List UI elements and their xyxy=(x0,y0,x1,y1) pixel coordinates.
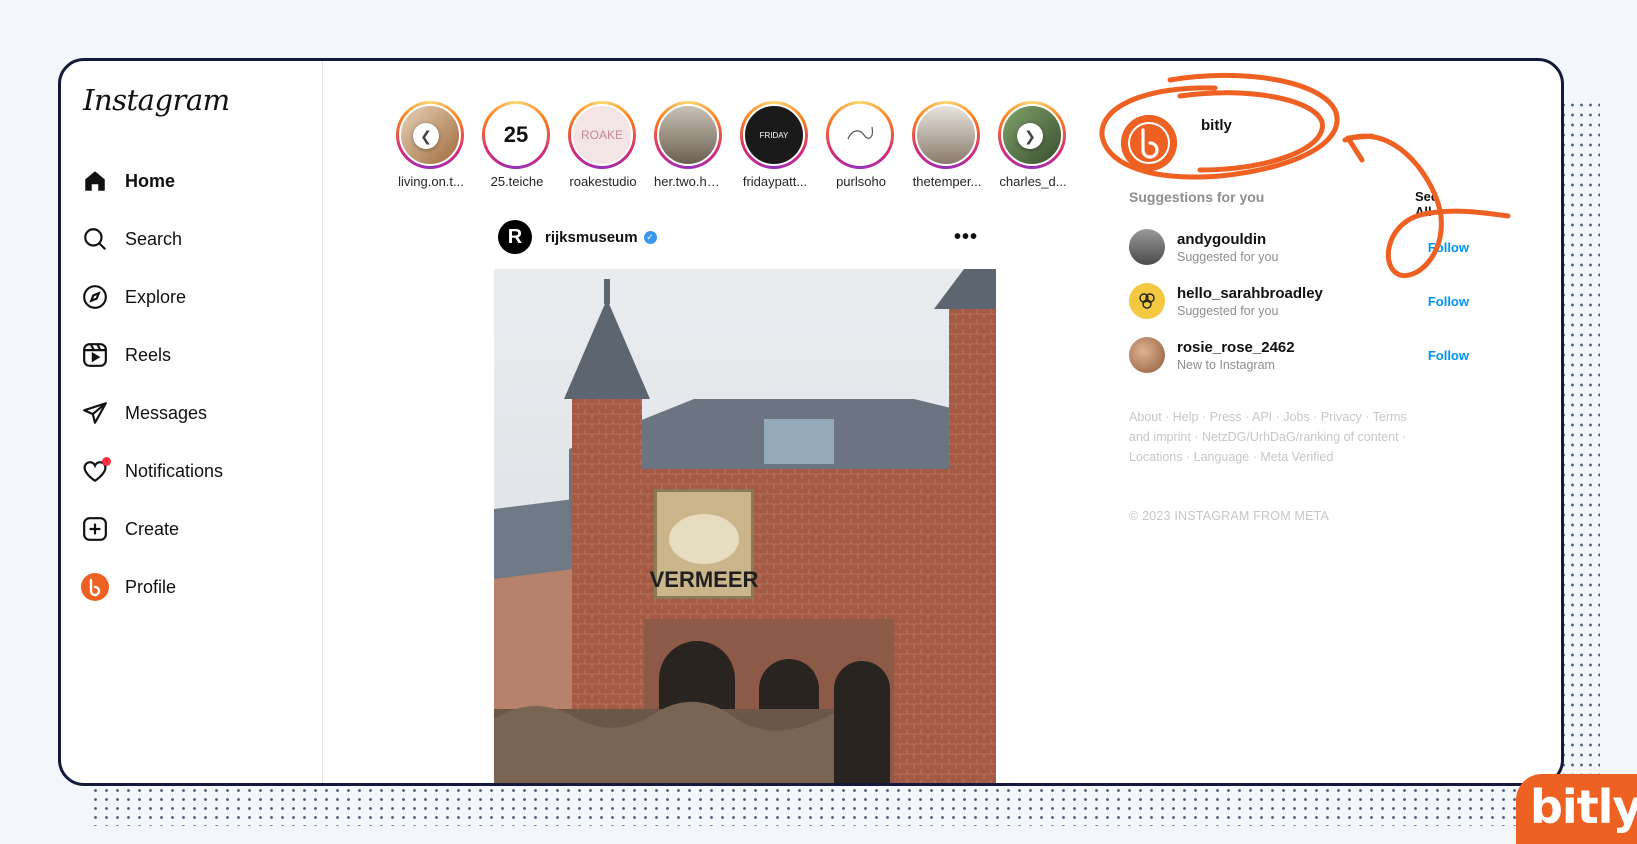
sidebar: Instagram Home Search Explore Reels Mess… xyxy=(61,61,323,783)
story-avatar xyxy=(829,104,891,166)
nav-notifications[interactable]: Notifications xyxy=(81,451,311,491)
story-item[interactable]: 25 25.teiche xyxy=(482,101,552,189)
reels-icon xyxy=(81,341,109,369)
footer-links: About · Help · Press · API · Jobs · Priv… xyxy=(1129,410,1407,464)
paper-plane-icon xyxy=(81,399,109,427)
right-column: bitly Suggestions for you See All andygo… xyxy=(1089,61,1469,783)
decorative-dots-bottom xyxy=(90,786,1530,826)
story-label: fridaypatt... xyxy=(742,174,808,189)
stories-next-button[interactable]: ❯ xyxy=(1017,123,1043,149)
notification-dot xyxy=(102,457,111,466)
nav-label: Home xyxy=(125,170,176,191)
nav-label: Explore xyxy=(125,286,187,307)
nav-home[interactable]: Home xyxy=(81,161,311,201)
current-user-name[interactable]: bitly xyxy=(1201,117,1232,134)
heart-icon xyxy=(81,457,111,485)
suggestion-name[interactable]: rosie_rose_2462 xyxy=(1177,339,1295,356)
chevron-left-icon: ❮ xyxy=(420,127,432,144)
nav-label: Search xyxy=(125,228,183,249)
footer-link[interactable]: Help xyxy=(1173,410,1199,424)
nav-search[interactable]: Search xyxy=(81,219,311,259)
nav-label: Messages xyxy=(125,402,208,423)
footer-link[interactable]: Meta Verified xyxy=(1260,450,1333,464)
story-avatar: ROAKE xyxy=(571,104,633,166)
story-item[interactable]: her.two.ha... xyxy=(654,101,724,189)
post-author-avatar[interactable]: R xyxy=(498,220,532,254)
story-label: 25.teiche xyxy=(490,174,544,189)
search-icon xyxy=(81,225,109,253)
footer-link[interactable]: Privacy xyxy=(1321,410,1362,424)
post-author-name[interactable]: rijksmuseum xyxy=(545,229,638,246)
story-item[interactable]: ROAKE roakestudio xyxy=(568,101,638,189)
verified-badge-icon: ✓ xyxy=(643,230,657,244)
story-avatar xyxy=(657,104,719,166)
footer-link[interactable]: Jobs xyxy=(1283,410,1309,424)
footer-link[interactable]: Language xyxy=(1194,450,1250,464)
post-image[interactable]: VERMEER xyxy=(494,269,996,783)
story-item[interactable]: FRIDAY fridaypatt... xyxy=(740,101,810,189)
follow-button[interactable]: Follow xyxy=(1428,240,1469,255)
story-item[interactable]: thetemper... xyxy=(912,101,982,189)
nav-messages[interactable]: Messages xyxy=(81,393,311,433)
nav-label: Profile xyxy=(125,576,177,597)
plus-square-icon xyxy=(81,515,109,543)
post-header: R rijksmuseum ✓ ••• xyxy=(498,220,978,254)
suggestion-subtitle: Suggested for you xyxy=(1177,249,1279,264)
nav-create[interactable]: Create xyxy=(81,509,311,549)
suggestion-avatar[interactable] xyxy=(1129,337,1165,373)
bitly-brand-badge: bitly xyxy=(1516,774,1637,844)
story-avatar xyxy=(915,104,977,166)
profile-avatar-icon xyxy=(81,573,109,601)
follow-button[interactable]: Follow xyxy=(1428,294,1469,309)
nav-profile[interactable]: Profile xyxy=(81,567,311,607)
story-label: thetemper... xyxy=(912,174,982,189)
story-avatar: FRIDAY xyxy=(743,104,805,166)
story-label: purlsoho xyxy=(836,174,886,189)
copyright: © 2023 INSTAGRAM FROM META xyxy=(1129,509,1330,523)
story-avatar: 25 xyxy=(485,104,547,166)
story-label: living.on.t... xyxy=(398,174,464,189)
suggestion-name[interactable]: hello_sarahbroadley xyxy=(1177,285,1323,302)
footer-link[interactable]: NetzDG/UrhDaG/ranking of content xyxy=(1202,430,1399,444)
instagram-logo[interactable]: Instagram xyxy=(83,83,230,117)
suggestion-row: hello_sarahbroadley Suggested for you Fo… xyxy=(1129,281,1469,321)
chevron-right-icon: ❯ xyxy=(1024,127,1036,144)
suggestion-row: rosie_rose_2462 New to Instagram Follow xyxy=(1129,335,1469,375)
nav-label: Reels xyxy=(125,344,172,365)
nav-label: Create xyxy=(125,518,180,539)
home-icon xyxy=(81,167,109,195)
browser-frame: Instagram Home Search Explore Reels Mess… xyxy=(58,58,1564,786)
current-user-avatar[interactable] xyxy=(1121,115,1177,171)
suggestion-name[interactable]: andygouldin xyxy=(1177,231,1278,248)
footer-link[interactable]: Press xyxy=(1210,410,1242,424)
story-label: her.two.ha... xyxy=(654,174,724,189)
story-label: charles_d... xyxy=(999,174,1067,189)
banner-text: VERMEER xyxy=(650,567,759,592)
footer-link[interactable]: About xyxy=(1129,410,1162,424)
nav-label: Notifications xyxy=(125,460,224,481)
suggestion-avatar[interactable] xyxy=(1129,283,1165,319)
more-options-icon[interactable]: ••• xyxy=(954,226,978,249)
footer-link[interactable]: API xyxy=(1252,410,1272,424)
story-label: roakestudio xyxy=(569,174,637,189)
see-all-link[interactable]: See All xyxy=(1415,189,1449,219)
suggestion-subtitle: New to Instagram xyxy=(1177,357,1275,372)
suggestion-subtitle: Suggested for you xyxy=(1177,303,1279,318)
story-item[interactable]: purlsoho xyxy=(826,101,896,189)
nav-reels[interactable]: Reels xyxy=(81,335,311,375)
nav-explore[interactable]: Explore xyxy=(81,277,311,317)
footer-link[interactable]: Locations xyxy=(1129,450,1183,464)
stories-prev-button[interactable]: ❮ xyxy=(413,123,439,149)
compass-icon xyxy=(81,283,109,311)
suggestion-row: andygouldin Suggested for you Follow xyxy=(1129,227,1469,267)
suggestion-avatar[interactable] xyxy=(1129,229,1165,265)
suggestions-title: Suggestions for you xyxy=(1129,189,1265,205)
follow-button[interactable]: Follow xyxy=(1428,348,1469,363)
bitly-badge-text: bitly xyxy=(1530,780,1637,834)
